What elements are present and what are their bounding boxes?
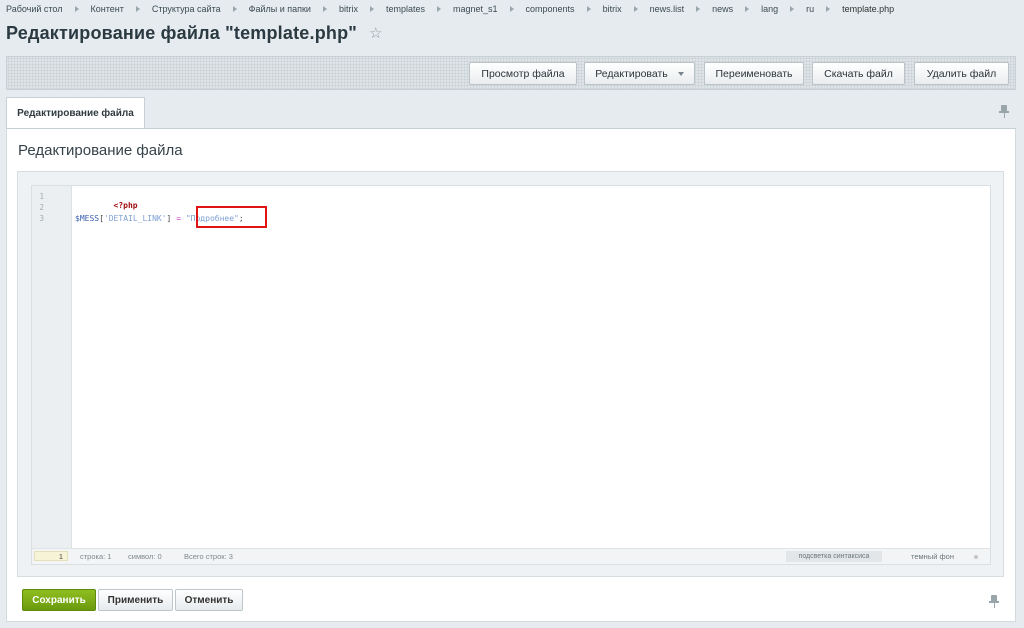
action-toolbar: Просмотр файла Редактировать Переименова… — [6, 56, 1016, 90]
breadcrumb-item-magnet[interactable]: magnet_s1 — [453, 4, 498, 14]
chevron-right-icon — [135, 6, 140, 12]
code-bracket: ] — [166, 214, 172, 223]
chevron-right-icon — [790, 6, 795, 12]
download-file-button[interactable]: Скачать файл — [812, 62, 905, 85]
editor-statusbar: 1 строка: 1 символ: 0 Всего строк: 3 под… — [32, 548, 990, 564]
chevron-right-icon — [586, 6, 591, 12]
current-line-indicator: 1 — [34, 551, 68, 561]
breadcrumb-item-components[interactable]: components — [526, 4, 575, 14]
status-symbol: символ: 0 — [128, 552, 162, 561]
edit-dropdown-button[interactable]: Редактировать — [584, 62, 695, 85]
cancel-button[interactable]: Отменить — [175, 589, 243, 611]
breadcrumb-item-lang[interactable]: lang — [761, 4, 778, 14]
save-button[interactable]: Сохранить — [22, 589, 96, 611]
chevron-down-icon — [677, 71, 684, 76]
section-title: Редактирование файла — [18, 142, 183, 159]
annotation-highlight-box — [196, 206, 267, 228]
chevron-right-icon — [74, 6, 79, 12]
status-total-lines: Всего строк: 3 — [184, 552, 233, 561]
code-key: 'DETAIL_LINK' — [103, 214, 167, 223]
main-panel: Редактирование файла 1 2 3 <?php $MESS['… — [6, 129, 1016, 622]
chevron-right-icon — [437, 6, 441, 12]
breadcrumb-item-news[interactable]: news — [712, 4, 733, 14]
breadcrumb-item-bitrix-2[interactable]: bitrix — [603, 4, 622, 14]
resize-handle-icon[interactable] — [974, 555, 978, 559]
line-number: 2 — [39, 203, 44, 212]
tab-edit-file[interactable]: Редактирование файла — [6, 97, 145, 128]
rename-button[interactable]: Переименовать — [704, 62, 804, 85]
breadcrumb-item-news-list[interactable]: news.list — [650, 4, 685, 14]
syntax-highlight-toggle[interactable]: подсветка синтаксиса — [786, 551, 882, 562]
chevron-right-icon — [633, 6, 638, 12]
page-header: Редактирование файла "template.php" ☆ — [6, 23, 382, 44]
code-variable: $MESS — [75, 214, 100, 223]
dark-theme-toggle[interactable]: темный фон — [911, 552, 954, 561]
pin-icon[interactable] — [989, 595, 999, 609]
editor-frame: 1 2 3 <?php $MESS['DETAIL_LINK'] = "Подр… — [17, 171, 1004, 577]
delete-file-button[interactable]: Удалить файл — [914, 62, 1009, 85]
chevron-right-icon — [696, 6, 701, 12]
line-gutter: 1 2 3 — [32, 186, 72, 548]
breadcrumb-item-ru[interactable]: ru — [806, 4, 814, 14]
page-title: Редактирование файла "template.php" — [6, 23, 358, 43]
code-operator: = — [176, 214, 182, 223]
chevron-right-icon — [509, 6, 514, 12]
breadcrumb-item-templates[interactable]: templates — [386, 4, 425, 14]
breadcrumb-item-current: template.php — [842, 4, 895, 14]
chevron-right-icon — [826, 6, 831, 12]
chevron-right-icon — [322, 6, 327, 12]
line-number: 3 — [39, 214, 44, 223]
code-editor[interactable]: 1 2 3 <?php $MESS['DETAIL_LINK'] = "Подр… — [31, 185, 991, 565]
breadcrumb-item-desktop[interactable]: Рабочий стол — [6, 4, 63, 14]
breadcrumb-item-content[interactable]: Контент — [91, 4, 124, 14]
php-open-tag: <?php — [113, 201, 138, 210]
chevron-right-icon — [232, 6, 237, 12]
apply-button[interactable]: Применить — [98, 589, 173, 611]
edit-button-label: Редактировать — [595, 67, 668, 80]
chevron-right-icon — [369, 6, 374, 12]
status-row: строка: 1 — [80, 552, 112, 561]
tab-bar: Редактирование файла — [6, 97, 1016, 129]
breadcrumb: Рабочий стол Контент Структура сайта Фай… — [6, 3, 894, 15]
chevron-right-icon — [745, 6, 750, 12]
breadcrumb-item-site-structure[interactable]: Структура сайта — [152, 4, 221, 14]
pin-icon[interactable] — [999, 105, 1009, 119]
view-file-button[interactable]: Просмотр файла — [469, 62, 577, 85]
star-icon[interactable]: ☆ — [369, 26, 382, 41]
breadcrumb-item-files-folders[interactable]: Файлы и папки — [249, 4, 311, 14]
breadcrumb-item-bitrix[interactable]: bitrix — [339, 4, 358, 14]
line-number: 1 — [39, 192, 44, 201]
